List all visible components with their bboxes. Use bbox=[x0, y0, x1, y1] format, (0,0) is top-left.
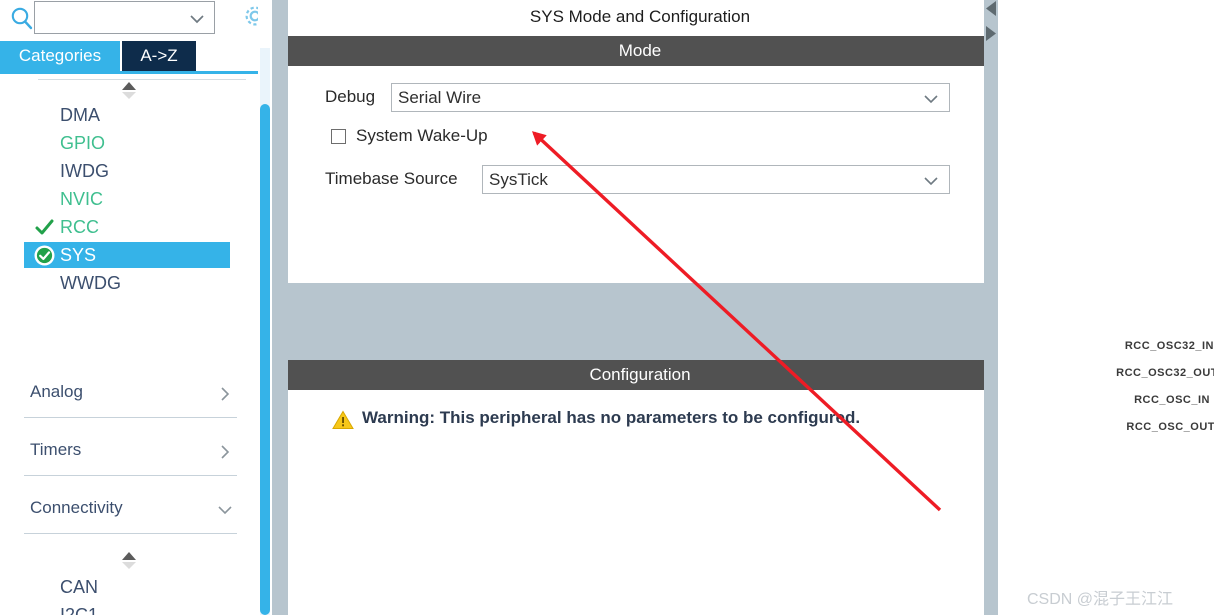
chip-canvas-area bbox=[992, 0, 1214, 615]
list-scroll-spinner-connectivity[interactable] bbox=[116, 550, 142, 570]
pin-label-rcc-osc-out: RCC_OSC_OUT bbox=[1126, 421, 1214, 433]
panel-scrollbar[interactable] bbox=[984, 0, 998, 615]
list-scroll-spinner-top[interactable] bbox=[116, 80, 142, 100]
watermark: CSDN @混子王江江 bbox=[1027, 591, 1174, 608]
pin-label-rcc-osc32-out: RCC_OSC32_OUT bbox=[1116, 367, 1214, 379]
peripheral-label: RCC bbox=[60, 217, 99, 237]
peripheral-list: DMA GPIO IWDG NVIC RCC SYS WWDG Analog T… bbox=[0, 76, 258, 615]
gear-icon[interactable] bbox=[239, 1, 258, 33]
peripheral-label: IWDG bbox=[60, 161, 109, 181]
debug-label: Debug bbox=[325, 87, 376, 106]
sidebar-section-analog[interactable]: Analog bbox=[24, 374, 237, 418]
sidebar-section-timers[interactable]: Timers bbox=[24, 432, 237, 476]
panel-divider bbox=[288, 283, 992, 360]
timebase-source-select[interactable]: SysTick bbox=[482, 165, 950, 194]
sidebar-item-wwdg[interactable]: WWDG bbox=[24, 270, 230, 296]
sys-config-panel: SYS Mode and Configuration Mode Debug Se… bbox=[288, 0, 992, 615]
page-title: SYS Mode and Configuration bbox=[288, 0, 992, 33]
chevron-down-icon bbox=[215, 500, 235, 520]
peripheral-label: WWDG bbox=[60, 273, 121, 293]
sidebar-section-connectivity[interactable]: Connectivity bbox=[24, 490, 237, 534]
timebase-source-value: SysTick bbox=[489, 170, 548, 189]
sidebar-item-rcc[interactable]: RCC bbox=[24, 214, 230, 240]
peripheral-label: GPIO bbox=[60, 133, 106, 153]
sidebar-item-iwdg[interactable]: IWDG bbox=[24, 158, 230, 184]
peripheral-label: I2C1 bbox=[60, 605, 99, 615]
pin-label-rcc-osc-in: RCC_OSC_IN bbox=[1134, 394, 1210, 406]
system-wakeup-checkbox[interactable] bbox=[331, 129, 346, 144]
sidebar-tabs: Categories A->Z bbox=[0, 41, 258, 74]
scroll-up-arrow-icon[interactable] bbox=[984, 0, 998, 22]
section-label: Connectivity bbox=[30, 498, 123, 517]
chevron-down-icon bbox=[922, 172, 940, 190]
peripheral-label: DMA bbox=[60, 105, 100, 125]
configuration-section-header: Configuration bbox=[288, 360, 992, 390]
warning-text: Warning: This peripheral has no paramete… bbox=[362, 408, 861, 427]
chevron-down-icon bbox=[922, 90, 940, 108]
tab-a-to-z[interactable]: A->Z bbox=[122, 41, 196, 71]
sidebar-item-sys[interactable]: SYS bbox=[24, 242, 230, 268]
tab-underline bbox=[0, 71, 258, 74]
mode-section-body: Debug Serial Wire Timebase Source SysTic… bbox=[288, 66, 992, 283]
sidebar-scrollbar[interactable] bbox=[258, 0, 272, 615]
search-combobox[interactable] bbox=[34, 1, 215, 34]
peripheral-sidebar: Categories A->Z DMA GPIO IWDG NVIC RCC S… bbox=[0, 0, 258, 615]
sidebar-item-nvic[interactable]: NVIC bbox=[24, 186, 230, 212]
check-icon bbox=[34, 217, 55, 238]
section-label: Timers bbox=[30, 440, 82, 459]
debug-select[interactable]: Serial Wire bbox=[391, 83, 950, 112]
scrollbar-thumb[interactable] bbox=[260, 104, 270, 615]
chevron-down-icon[interactable] bbox=[188, 10, 206, 28]
chevron-right-icon bbox=[215, 442, 235, 462]
search-icon bbox=[8, 4, 36, 32]
timebase-source-label: Timebase Source bbox=[325, 169, 458, 188]
debug-value: Serial Wire bbox=[398, 88, 482, 107]
app-window: Categories A->Z DMA GPIO IWDG NVIC RCC S… bbox=[0, 0, 1214, 615]
peripheral-label: SYS bbox=[60, 245, 97, 265]
sidebar-item-dma[interactable]: DMA bbox=[24, 102, 230, 128]
peripheral-label: NVIC bbox=[60, 189, 104, 209]
search-input[interactable] bbox=[39, 5, 189, 30]
search-row bbox=[0, 0, 258, 38]
mode-section-header: Mode bbox=[288, 36, 992, 66]
panel-gap-left bbox=[272, 0, 288, 615]
pin-label-rcc-osc32-in: RCC_OSC32_IN bbox=[1124, 340, 1214, 352]
sidebar-item-gpio[interactable]: GPIO bbox=[24, 130, 230, 156]
sidebar-item-can[interactable]: CAN bbox=[24, 574, 230, 600]
chevron-right-icon bbox=[215, 384, 235, 404]
tab-categories[interactable]: Categories bbox=[0, 41, 120, 71]
circle-check-icon bbox=[34, 245, 55, 266]
sidebar-item-i2c1[interactable]: I2C1 bbox=[24, 602, 230, 615]
warning-triangle-icon bbox=[332, 410, 354, 430]
system-wakeup-label: System Wake-Up bbox=[356, 126, 488, 145]
section-label: Analog bbox=[30, 382, 83, 401]
scroll-down-arrow-icon[interactable] bbox=[984, 22, 998, 44]
list-divider bbox=[38, 79, 246, 80]
peripheral-label: CAN bbox=[60, 577, 99, 597]
